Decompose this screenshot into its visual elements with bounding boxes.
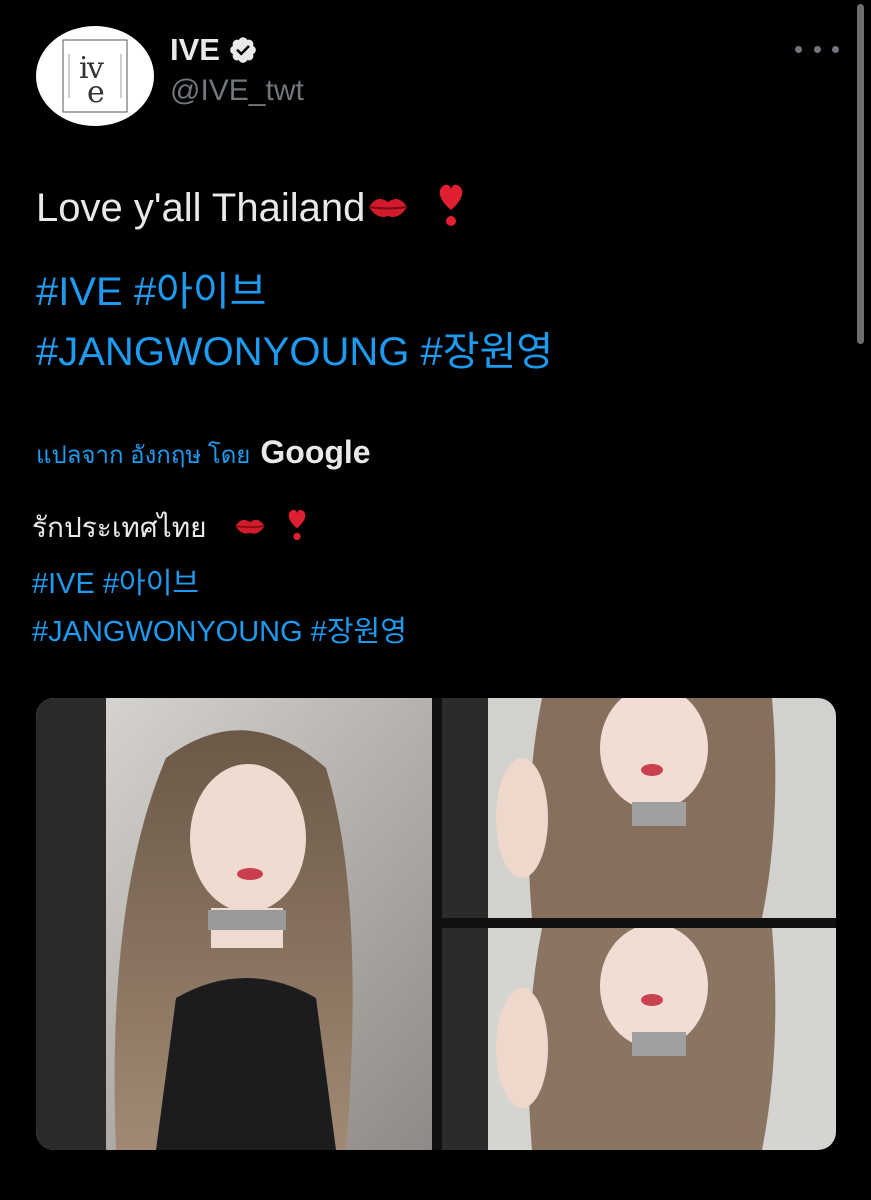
scrollbar[interactable] (857, 4, 864, 344)
verified-badge-icon (228, 35, 258, 65)
more-options-icon[interactable] (795, 36, 839, 62)
kiss-mark-emoji-icon (365, 185, 411, 237)
hashtag-line-2[interactable]: #JANGWONYOUNG #장원영 (36, 322, 553, 382)
heavy-exclamation-heart-icon (286, 506, 308, 553)
name-row: IVE (170, 32, 258, 68)
tweet-body: Love y'all Thailand (36, 186, 366, 231)
translated-hashtag-line-2[interactable]: #JANGWONYOUNG #장원영 (32, 608, 407, 656)
google-logo: Google (260, 434, 371, 470)
translated-text: รักประเทศไทย (32, 506, 308, 553)
photo-2[interactable] (442, 698, 836, 918)
avatar[interactable]: i v e (36, 26, 154, 126)
kiss-mark-emoji-icon (232, 510, 268, 550)
user-handle[interactable]: @IVE_twt (170, 74, 304, 108)
translated-body: รักประเทศไทย (32, 511, 207, 543)
translated-hashtag-line-1[interactable]: #IVE #아이브 (32, 560, 407, 608)
hashtags: #IVE #아이브 #JANGWONYOUNG #장원영 (36, 262, 553, 382)
portrait-image-icon (442, 698, 836, 918)
photo-3[interactable] (442, 928, 836, 1150)
portrait-image-icon (442, 928, 836, 1150)
display-name[interactable]: IVE (170, 32, 220, 68)
tweet-text: Love y'all Thailand (36, 180, 836, 241)
photo-1[interactable] (36, 698, 432, 1150)
ive-logo-icon: i v e (62, 39, 128, 113)
hashtag-line-1[interactable]: #IVE #아이브 (36, 262, 553, 322)
translation-attribution[interactable]: แปลจาก อังกฤษ โดย Google (36, 434, 371, 474)
translated-from-label[interactable]: แปลจาก อังกฤษ โดย (36, 435, 250, 474)
media-grid (36, 698, 836, 1150)
heavy-exclamation-heart-icon (436, 180, 466, 241)
portrait-image-icon (36, 698, 432, 1150)
translated-hashtags: #IVE #아이브 #JANGWONYOUNG #장원영 (32, 560, 407, 656)
svg-text:e: e (87, 75, 105, 110)
